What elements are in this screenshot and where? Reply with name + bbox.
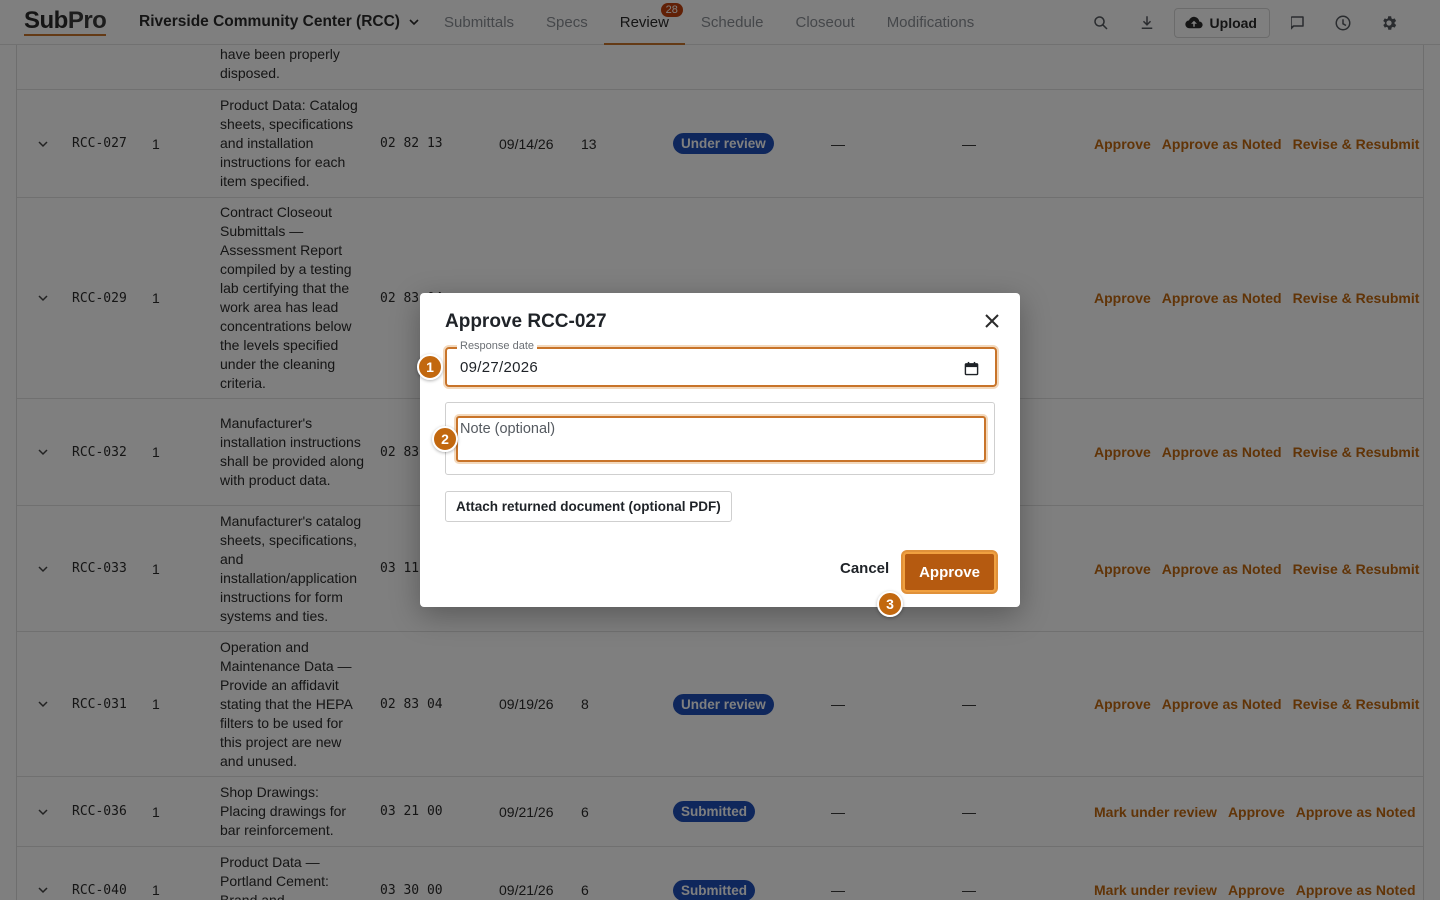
close-button[interactable] xyxy=(982,311,1002,331)
approve-dialog: Approve RCC-027 Response date 09/27/2026… xyxy=(420,293,1020,607)
note-placeholder: Note (optional) xyxy=(460,421,556,437)
approve-button[interactable]: Approve xyxy=(903,552,996,592)
dialog-title: Approve RCC-027 xyxy=(445,311,607,332)
step-marker-3: 3 xyxy=(877,591,903,617)
attach-document-button[interactable]: Attach returned document (optional PDF) xyxy=(445,491,732,522)
note-container: Note (optional) xyxy=(445,402,995,475)
close-icon xyxy=(985,314,999,328)
response-date-value: 09/27/2026 xyxy=(460,359,539,376)
response-date-field[interactable]: Response date 09/27/2026 xyxy=(445,340,997,387)
step-marker-2: 2 xyxy=(432,426,458,452)
cancel-button[interactable]: Cancel xyxy=(840,560,889,577)
calendar-icon[interactable] xyxy=(964,361,979,376)
note-input[interactable]: Note (optional) xyxy=(456,416,986,462)
response-date-label: Response date xyxy=(457,340,537,352)
step-marker-1: 1 xyxy=(417,354,443,380)
